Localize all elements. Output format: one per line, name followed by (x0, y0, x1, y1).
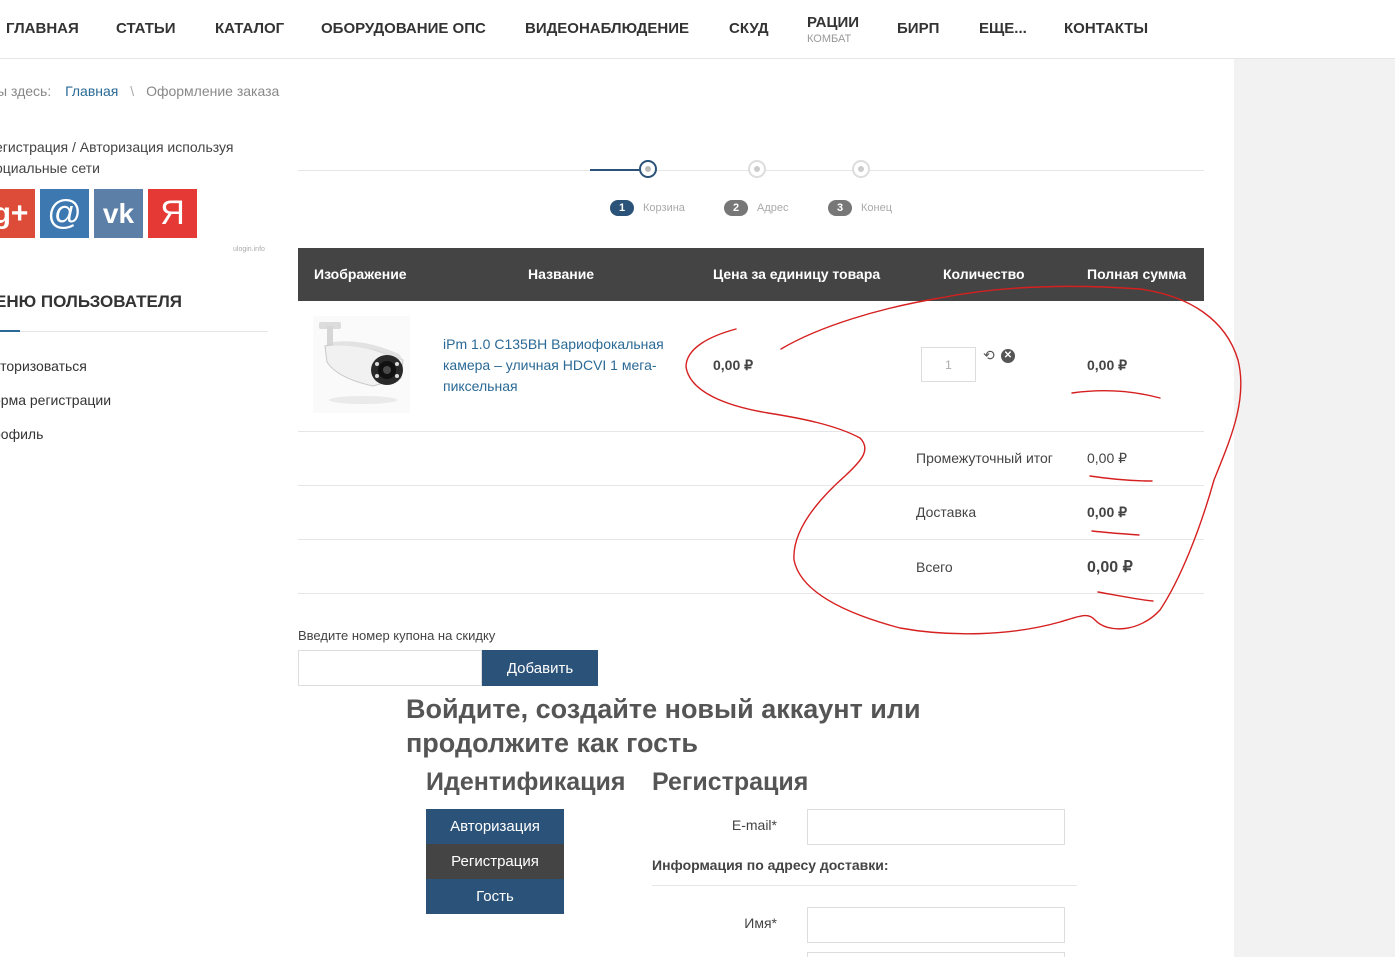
col-header-total: Полная сумма (1087, 266, 1187, 282)
row-divider (298, 539, 1204, 540)
nav-item-radios-label: РАЦИИ (807, 14, 860, 31)
breadcrumb: ы здесь: Главная \ Оформление заказа (0, 83, 279, 99)
grand-total-label: Всего (916, 559, 953, 575)
step-number: 2 (724, 200, 748, 216)
col-header-qty: Количество (943, 266, 1025, 282)
user-menu-divider-accent (0, 330, 20, 332)
nav-item-contacts[interactable]: КОНТАКТЫ (1064, 20, 1148, 37)
registration-title: Регистрация (652, 768, 809, 796)
subtotal-label: Промежуточный итог (916, 450, 1053, 466)
shipping-label: Доставка (916, 504, 977, 520)
name-field[interactable] (807, 907, 1065, 943)
ulogin-credit[interactable]: ulogin.info (233, 246, 265, 253)
name-label: Имя* (744, 915, 777, 931)
breadcrumb-current: Оформление заказа (146, 83, 280, 99)
menu-item-login[interactable]: вторизоваться (0, 358, 87, 374)
product-image[interactable] (313, 316, 410, 413)
breadcrumb-separator: \ (130, 83, 135, 99)
step-address[interactable]: 2 Адрес (724, 200, 789, 216)
google-plus-icon[interactable]: g+ (0, 189, 35, 238)
email-label: E-mail* (731, 817, 777, 833)
remove-icon[interactable]: ✕ (1001, 349, 1015, 363)
next-field[interactable] (807, 952, 1065, 957)
steps-progress (590, 169, 640, 171)
nav-item-more[interactable]: ЕЩЕ... (979, 20, 1027, 37)
user-menu-divider (0, 331, 268, 332)
refresh-icon[interactable]: ⟲ (983, 348, 997, 362)
grand-total-value: 0,00 ₽ (1087, 559, 1133, 576)
nav-item-catalog[interactable]: КАТАЛОГ (215, 20, 284, 37)
col-header-price: Цена за единицу товара (713, 266, 881, 282)
vk-icon[interactable]: vk (94, 189, 143, 238)
product-total: 0,00 ₽ (1087, 357, 1128, 373)
yandex-glyph: Я (160, 194, 185, 232)
step-label: Адрес (757, 202, 789, 214)
nav-item-radios-sub: КОМБАТ (807, 33, 852, 45)
coupon-label: Введите номер купона на скидку (298, 628, 496, 643)
quantity-input[interactable] (921, 347, 976, 382)
row-divider (298, 431, 1204, 432)
step-label: Конец (861, 202, 893, 214)
subtotal-value: 0,00 ₽ (1087, 450, 1128, 466)
nav-item-birp[interactable]: БИРП (897, 20, 939, 37)
step-number: 1 (610, 200, 634, 216)
col-header-image: Изображение (314, 266, 407, 282)
top-nav: ГЛАВНАЯ СТАТЬИ КАТАЛОГ ОБОРУДОВАНИЕ ОПС … (0, 0, 1395, 59)
coupon-input[interactable] (298, 650, 482, 686)
step-label: Корзина (643, 202, 685, 214)
product-unit-price: 0,00 ₽ (713, 357, 754, 373)
nav-item-radios[interactable]: РАЦИИ КОМБАТ (807, 14, 859, 45)
email-field[interactable] (807, 809, 1065, 845)
user-menu-title: ЕНЮ ПОЛЬЗОВАТЕЛЯ (0, 292, 182, 311)
yandex-icon[interactable]: Я (148, 189, 197, 238)
step-dot-address (748, 160, 766, 178)
nav-item-skud[interactable]: СКУД (729, 20, 769, 37)
step-dot-cart (639, 160, 657, 178)
tab-guest[interactable]: Гость (426, 879, 564, 914)
shipping-value: 0,00 ₽ (1087, 504, 1128, 520)
row-divider (298, 485, 1204, 486)
mail-glyph: @ (47, 194, 82, 232)
nav-item-home[interactable]: ГЛАВНАЯ (6, 20, 79, 37)
mail-icon[interactable]: @ (40, 189, 89, 238)
step-number: 3 (828, 200, 852, 216)
menu-item-register-form[interactable]: орма регистрации (0, 392, 111, 408)
nav-item-video[interactable]: ВИДЕОНАБЛЮДЕНИЕ (525, 20, 689, 37)
cart-table-header: Изображение Название Цена за единицу тов… (298, 248, 1204, 301)
tab-login[interactable]: Авторизация (426, 809, 564, 844)
right-gutter (1234, 58, 1395, 957)
menu-item-profile[interactable]: рофиль (0, 426, 43, 442)
step-dot-finish (852, 160, 870, 178)
row-divider (298, 593, 1204, 594)
breadcrumb-prefix: ы здесь: (0, 83, 52, 99)
step-cart[interactable]: 1 Корзина (610, 200, 685, 216)
login-heading: Войдите, создайте новый аккаунт или прод… (406, 694, 921, 758)
step-finish[interactable]: 3 Конец (828, 200, 892, 216)
product-name-link[interactable]: iPm 1.0 C135BH Вариофокальная камера – у… (443, 334, 683, 397)
tab-register[interactable]: Регистрация (426, 844, 564, 879)
nav-item-ops-equipment[interactable]: ОБОРУДОВАНИЕ ОПС (321, 20, 486, 37)
col-header-name: Название (528, 266, 595, 282)
nav-item-articles[interactable]: СТАТЬИ (116, 20, 176, 37)
address-divider (652, 885, 1077, 886)
address-info-title: Информация по адресу доставки: (652, 857, 889, 873)
social-login-text: егистрация / Авторизация используя оциал… (0, 139, 234, 176)
breadcrumb-home-link[interactable]: Главная (65, 83, 118, 99)
identification-title: Идентификация (426, 768, 626, 796)
apply-coupon-button[interactable]: Добавить (482, 650, 598, 686)
vk-glyph: vk (102, 197, 135, 229)
google-plus-glyph: g+ (0, 196, 29, 230)
